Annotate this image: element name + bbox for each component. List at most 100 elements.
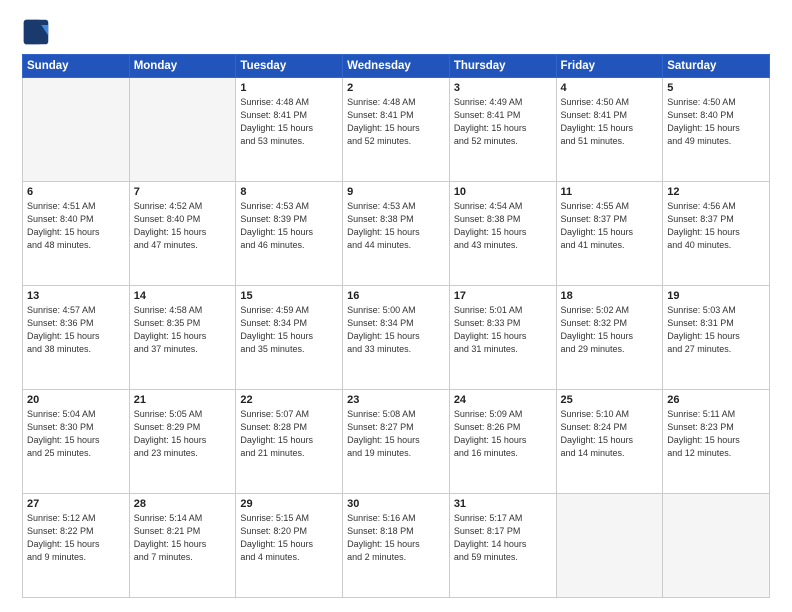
day-info: Sunrise: 4:54 AM Sunset: 8:38 PM Dayligh… (454, 200, 552, 252)
calendar-cell: 3Sunrise: 4:49 AM Sunset: 8:41 PM Daylig… (449, 78, 556, 182)
calendar-cell: 10 Sunrise: 4:54 AM Sunset: 8:38 PM Dayli… (449, 182, 556, 286)
calendar-cell: 1 Sunrise: 4:48 AM Sunset: 8:41 PM Daylig… (236, 78, 343, 182)
day-info: Sunrise: 4:59 AM Sunset: 8:34 PM Dayligh… (240, 304, 338, 356)
day-info: Sunrise: 5:00 AM Sunset: 8:34 PM Dayligh… (347, 304, 445, 356)
day-info: Sunrise: 5:08 AM Sunset: 8:27 PM Dayligh… (347, 408, 445, 460)
day-info: Sunrise: 4:48 AM Sunset: 8:41 PM Dayligh… (240, 96, 338, 148)
day-number: 5 (667, 82, 765, 94)
calendar-cell: 28 Sunrise: 5:14 AM Sunset: 8:21 PM Dayli… (129, 494, 236, 598)
day-info: Sunrise: 5:09 AM Sunset: 8:26 PM Dayligh… (454, 408, 552, 460)
day-number: 9 (347, 186, 445, 198)
day-number: 19 (667, 290, 765, 302)
day-info: Sunrise: 5:03 AM Sunset: 8:31 PM Dayligh… (667, 304, 765, 356)
day-number: 13 (27, 290, 125, 302)
calendar-cell: 23 Sunrise: 5:08 AM Sunset: 8:27 PM Dayli… (343, 390, 450, 494)
day-header-friday: Friday (556, 55, 663, 78)
day-number: 10 (454, 186, 552, 198)
calendar-cell: 7 Sunrise: 4:52 AM Sunset: 8:40 PM Daylig… (129, 182, 236, 286)
calendar-cell: 4 Sunrise: 4:50 AM Sunset: 8:41 PM Daylig… (556, 78, 663, 182)
calendar-cell: 30Sunrise: 5:16 AM Sunset: 8:18 PM Dayli… (343, 494, 450, 598)
calendar-week-row: 13 Sunrise: 4:57 AM Sunset: 8:36 PM Dayli… (23, 286, 770, 390)
calendar-table: SundayMondayTuesdayWednesdayThursdayFrid… (22, 54, 770, 598)
calendar-cell (663, 494, 770, 598)
day-info: Sunrise: 5:05 AM Sunset: 8:29 PM Dayligh… (134, 408, 232, 460)
day-number: 24 (454, 394, 552, 406)
day-number: 31 (454, 498, 552, 510)
day-info: Sunrise: 5:17 AM Sunset: 8:17 PM Dayligh… (454, 512, 552, 564)
calendar-cell: 21 Sunrise: 5:05 AM Sunset: 8:29 PM Dayli… (129, 390, 236, 494)
day-info: Sunrise: 5:10 AM Sunset: 8:24 PM Dayligh… (561, 408, 659, 460)
day-number: 7 (134, 186, 232, 198)
calendar-cell: 20 Sunrise: 5:04 AM Sunset: 8:30 PM Dayli… (23, 390, 130, 494)
day-number: 18 (561, 290, 659, 302)
calendar-cell: 14Sunrise: 4:58 AM Sunset: 8:35 PM Dayli… (129, 286, 236, 390)
day-info: Sunrise: 5:14 AM Sunset: 8:21 PM Dayligh… (134, 512, 232, 564)
day-info: Sunrise: 4:53 AM Sunset: 8:39 PM Dayligh… (240, 200, 338, 252)
calendar-cell: 5 Sunrise: 4:50 AM Sunset: 8:40 PM Daylig… (663, 78, 770, 182)
day-header-monday: Monday (129, 55, 236, 78)
calendar-week-row: 6 Sunrise: 4:51 AM Sunset: 8:40 PM Daylig… (23, 182, 770, 286)
calendar-cell: 15 Sunrise: 4:59 AM Sunset: 8:34 PM Dayli… (236, 286, 343, 390)
day-info: Sunrise: 4:52 AM Sunset: 8:40 PM Dayligh… (134, 200, 232, 252)
day-number: 26 (667, 394, 765, 406)
day-info: Sunrise: 4:50 AM Sunset: 8:41 PM Dayligh… (561, 96, 659, 148)
day-info: Sunrise: 4:50 AM Sunset: 8:40 PM Dayligh… (667, 96, 765, 148)
logo-icon (22, 18, 50, 46)
header (22, 18, 770, 46)
day-header-wednesday: Wednesday (343, 55, 450, 78)
day-info: Sunrise: 5:11 AM Sunset: 8:23 PM Dayligh… (667, 408, 765, 460)
calendar-cell: 19 Sunrise: 5:03 AM Sunset: 8:31 PM Dayli… (663, 286, 770, 390)
calendar-cell: 12 Sunrise: 4:56 AM Sunset: 8:37 PM Dayli… (663, 182, 770, 286)
day-number: 12 (667, 186, 765, 198)
logo (22, 18, 54, 46)
day-number: 15 (240, 290, 338, 302)
day-info: Sunrise: 4:51 AM Sunset: 8:40 PM Dayligh… (27, 200, 125, 252)
calendar-cell: 26 Sunrise: 5:11 AM Sunset: 8:23 PM Dayli… (663, 390, 770, 494)
day-number: 20 (27, 394, 125, 406)
calendar-cell: 8 Sunrise: 4:53 AM Sunset: 8:39 PM Daylig… (236, 182, 343, 286)
day-info: Sunrise: 5:07 AM Sunset: 8:28 PM Dayligh… (240, 408, 338, 460)
day-number: 16 (347, 290, 445, 302)
calendar-week-row: 20 Sunrise: 5:04 AM Sunset: 8:30 PM Dayli… (23, 390, 770, 494)
day-number: 11 (561, 186, 659, 198)
day-info: Sunrise: 4:56 AM Sunset: 8:37 PM Dayligh… (667, 200, 765, 252)
day-number: 25 (561, 394, 659, 406)
day-info: Sunrise: 5:15 AM Sunset: 8:20 PM Dayligh… (240, 512, 338, 564)
day-info: Sunrise: 5:04 AM Sunset: 8:30 PM Dayligh… (27, 408, 125, 460)
day-number: 4 (561, 82, 659, 94)
calendar-week-row: 27Sunrise: 5:12 AM Sunset: 8:22 PM Dayli… (23, 494, 770, 598)
calendar-cell: 9 Sunrise: 4:53 AM Sunset: 8:38 PM Daylig… (343, 182, 450, 286)
day-header-saturday: Saturday (663, 55, 770, 78)
calendar-cell: 6 Sunrise: 4:51 AM Sunset: 8:40 PM Daylig… (23, 182, 130, 286)
calendar-cell: 13 Sunrise: 4:57 AM Sunset: 8:36 PM Dayli… (23, 286, 130, 390)
calendar-cell (129, 78, 236, 182)
day-number: 27 (27, 498, 125, 510)
calendar-cell (556, 494, 663, 598)
day-number: 3 (454, 82, 552, 94)
day-number: 23 (347, 394, 445, 406)
calendar-cell (23, 78, 130, 182)
day-info: Sunrise: 4:58 AM Sunset: 8:35 PM Dayligh… (134, 304, 232, 356)
day-info: Sunrise: 5:01 AM Sunset: 8:33 PM Dayligh… (454, 304, 552, 356)
page: SundayMondayTuesdayWednesdayThursdayFrid… (0, 0, 792, 612)
calendar-cell: 29Sunrise: 5:15 AM Sunset: 8:20 PM Dayli… (236, 494, 343, 598)
calendar-week-row: 1 Sunrise: 4:48 AM Sunset: 8:41 PM Daylig… (23, 78, 770, 182)
calendar-cell: 2Sunrise: 4:48 AM Sunset: 8:41 PM Daylig… (343, 78, 450, 182)
calendar-cell: 18Sunrise: 5:02 AM Sunset: 8:32 PM Dayli… (556, 286, 663, 390)
calendar-cell: 31 Sunrise: 5:17 AM Sunset: 8:17 PM Dayli… (449, 494, 556, 598)
day-number: 21 (134, 394, 232, 406)
day-number: 8 (240, 186, 338, 198)
calendar-cell: 17Sunrise: 5:01 AM Sunset: 8:33 PM Dayli… (449, 286, 556, 390)
calendar-cell: 27Sunrise: 5:12 AM Sunset: 8:22 PM Dayli… (23, 494, 130, 598)
day-info: Sunrise: 4:48 AM Sunset: 8:41 PM Dayligh… (347, 96, 445, 148)
day-info: Sunrise: 5:16 AM Sunset: 8:18 PM Dayligh… (347, 512, 445, 564)
calendar-cell: 22 Sunrise: 5:07 AM Sunset: 8:28 PM Dayli… (236, 390, 343, 494)
day-number: 28 (134, 498, 232, 510)
day-info: Sunrise: 4:53 AM Sunset: 8:38 PM Dayligh… (347, 200, 445, 252)
day-number: 22 (240, 394, 338, 406)
day-number: 1 (240, 82, 338, 94)
calendar-header-row: SundayMondayTuesdayWednesdayThursdayFrid… (23, 55, 770, 78)
calendar-cell: 25 Sunrise: 5:10 AM Sunset: 8:24 PM Dayli… (556, 390, 663, 494)
day-number: 6 (27, 186, 125, 198)
day-info: Sunrise: 4:57 AM Sunset: 8:36 PM Dayligh… (27, 304, 125, 356)
